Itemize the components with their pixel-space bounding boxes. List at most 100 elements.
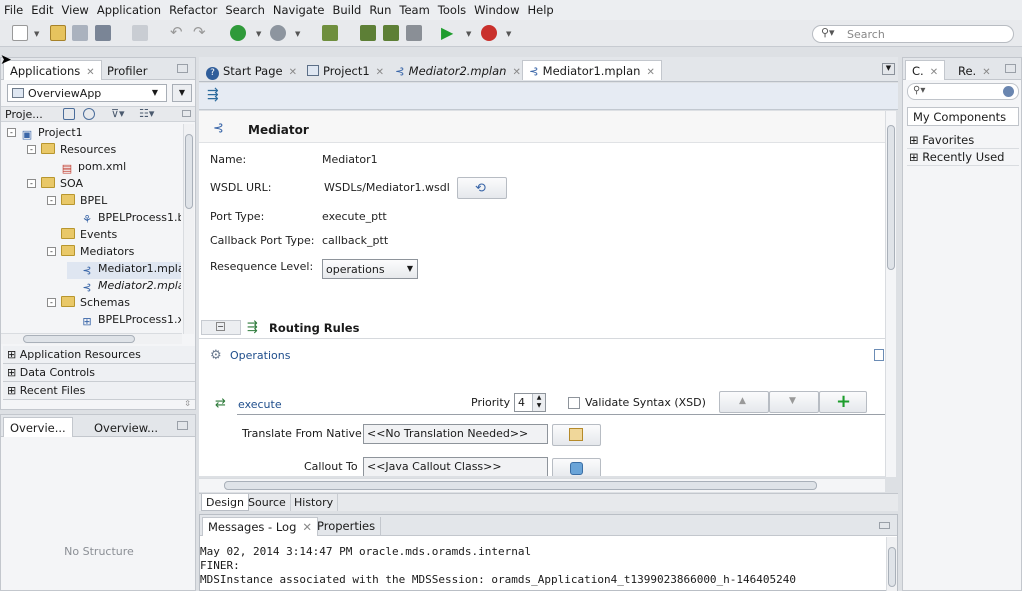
tab-project1[interactable]: Project1 ✕ [300, 60, 391, 80]
tab-profiler[interactable]: Profiler [100, 60, 155, 80]
menu-search[interactable]: Search [221, 0, 269, 17]
tab-properties[interactable]: Properties [312, 517, 382, 536]
editor-hscroll-thumb[interactable] [224, 481, 817, 490]
move-down-button[interactable]: ▼ [769, 391, 819, 413]
menu-application[interactable]: Application [93, 0, 165, 17]
tree-item[interactable]: ▤ pom.xml [47, 160, 126, 177]
sync-icon[interactable] [83, 108, 95, 120]
move-up-button[interactable]: ▲ [719, 391, 769, 413]
tree-vertical-scrollbar[interactable] [183, 124, 194, 334]
tab-messages-log[interactable]: Messages - Log ✕ [202, 517, 319, 536]
editor-vertical-scrollbar[interactable] [885, 111, 896, 477]
tab-list-dropdown-icon[interactable]: ▼ [882, 63, 895, 75]
tree-item[interactable]: ⊰ Mediator1.mplan [67, 262, 181, 279]
tab-start-page[interactable]: ? Start Page ✕ [199, 60, 304, 80]
tree-item[interactable]: - Mediators [47, 245, 134, 262]
make-icon[interactable] [360, 25, 376, 41]
collapse-icon[interactable]: - [47, 196, 56, 205]
minimize-icon[interactable] [177, 64, 188, 73]
minimize-icon[interactable] [879, 522, 890, 529]
callout-browse-button[interactable] [552, 458, 601, 476]
back-icon[interactable] [230, 25, 246, 41]
collapse-icon[interactable]: - [27, 179, 36, 188]
tab-applications[interactable]: Applications ✕ [3, 60, 102, 80]
save-all-icon[interactable] [95, 25, 111, 41]
menu-view[interactable]: View [58, 0, 93, 17]
filter-icon[interactable]: ⊽▾ [111, 107, 125, 120]
accordion-application-resources[interactable]: ⊞ Application Resources [3, 346, 195, 364]
menu-window[interactable]: Window [470, 0, 523, 17]
collapse-icon[interactable]: - [47, 247, 56, 256]
tree-item[interactable]: - BPEL [47, 194, 107, 211]
layout-icon[interactable]: ☷▾ [139, 107, 154, 120]
save-icon[interactable] [72, 25, 88, 41]
menu-team[interactable]: Team [395, 0, 433, 17]
accordion-data-controls[interactable]: ⊞ Data Controls [3, 364, 195, 382]
tree-scroll-thumb[interactable] [185, 134, 193, 209]
editor-scroll-thumb[interactable] [887, 125, 895, 270]
build-icon[interactable] [322, 25, 338, 41]
menu-file[interactable]: File [0, 0, 27, 17]
my-components-selector[interactable]: My Components [907, 107, 1019, 126]
spinner-arrows-icon[interactable]: ▲ ▼ [532, 394, 545, 411]
collapse-icon[interactable]: - [47, 298, 56, 307]
minimize-icon[interactable] [177, 421, 188, 430]
rebuild-icon[interactable] [383, 25, 399, 41]
tab-mediator1[interactable]: ⊰ Mediator1.mplan ✕ [522, 60, 662, 80]
open-folder-icon[interactable] [50, 25, 66, 41]
tree-hscroll-thumb[interactable] [23, 335, 135, 343]
minimize-icon[interactable] [1005, 64, 1016, 73]
collapse-routing-button[interactable]: − [201, 320, 241, 335]
editor-horizontal-scrollbar[interactable] [199, 478, 885, 492]
refresh-wsdl-button[interactable]: ⟲ [457, 177, 507, 199]
tree-horizontal-scrollbar[interactable] [1, 333, 182, 344]
add-rule-button[interactable]: + [819, 391, 867, 413]
tab-history[interactable]: History [290, 494, 339, 511]
component-search-input[interactable]: ⚲▾ [907, 83, 1019, 100]
clean-icon[interactable] [406, 25, 422, 41]
tree-item[interactable]: ⊞ BPELProcess1.xsd [67, 313, 181, 330]
tree-item[interactable]: - SOA [27, 177, 83, 194]
redo-icon[interactable]: ↷ [193, 25, 209, 41]
tree-item[interactable]: - Resources [27, 143, 116, 160]
resequence-level-select[interactable]: operations ▼ [322, 259, 418, 279]
log-vertical-scrollbar[interactable] [886, 537, 897, 591]
mediator-overview-icon[interactable]: ⇶ [207, 87, 219, 103]
tab-overview-1[interactable]: Overvie... [3, 417, 73, 437]
app-selector[interactable]: OverviewApp ▼ [7, 84, 167, 102]
forward-icon[interactable] [270, 25, 286, 41]
tree-item[interactable]: ⊰ Mediator2.mplan [67, 279, 181, 296]
search-input[interactable]: ⚲▾ Search [812, 25, 1014, 43]
debug-icon[interactable] [481, 25, 497, 41]
new-file-icon[interactable] [12, 25, 28, 41]
accordion-recent-files[interactable]: ⊞ Recent Files [3, 382, 195, 400]
menu-refactor[interactable]: Refactor [165, 0, 221, 17]
priority-spinner[interactable]: 4 ▲ ▼ [514, 393, 546, 412]
tree-item[interactable]: - ▣ Project1 [7, 126, 83, 143]
tab-resources[interactable]: Re. ✕ [951, 60, 998, 80]
tree-item[interactable]: ⚘ BPELProcess1.bpe [67, 211, 181, 228]
validate-syntax-checkbox[interactable] [568, 397, 580, 409]
collapse-icon[interactable]: - [7, 128, 16, 137]
recently-used-item[interactable]: ⊞ Recently Used [907, 149, 1019, 166]
menu-edit[interactable]: Edit [27, 0, 57, 17]
operations-link[interactable]: Operations [230, 349, 290, 362]
menu-build[interactable]: Build [328, 0, 365, 17]
tab-overview-2[interactable]: Overview... [87, 417, 165, 437]
translate-config-button[interactable] [552, 424, 601, 446]
favorites-item[interactable]: ⊞ Favorites [907, 132, 1019, 149]
tab-components[interactable]: C. ✕ [905, 60, 946, 80]
panel-resize-icon[interactable]: ⇳ [184, 399, 191, 408]
app-menu-button[interactable]: ▼ [172, 84, 192, 102]
log-scroll-thumb[interactable] [888, 547, 896, 587]
menu-navigate[interactable]: Navigate [269, 0, 329, 17]
menu-tools[interactable]: Tools [434, 0, 470, 17]
tab-mediator2[interactable]: ⊰ Mediator2.mplan ✕ [388, 60, 528, 80]
collapse-icon[interactable]: - [27, 145, 36, 154]
menu-help[interactable]: Help [523, 0, 557, 17]
menu-run[interactable]: Run [365, 0, 395, 17]
execute-link[interactable]: execute [238, 398, 282, 411]
expand-all-icon[interactable] [874, 349, 884, 361]
print-icon[interactable] [132, 25, 148, 41]
find-icon[interactable] [63, 108, 75, 120]
